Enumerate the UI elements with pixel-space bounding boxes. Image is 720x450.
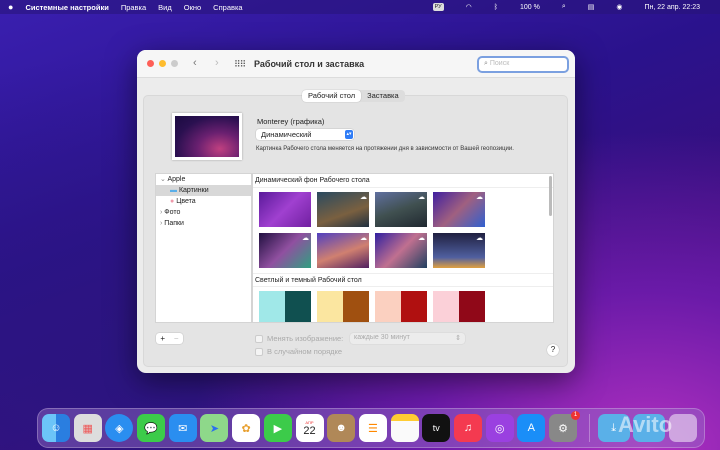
dock: ☺ ▦ ◈ 💬 ✉ ➤ ✿ ▶ АПР 22 ☻ ☰ tv ♫ ◎ A ⚙ 1 ⤓ bbox=[37, 408, 705, 448]
bluetooth-icon[interactable]: ᛒ bbox=[494, 4, 498, 11]
download-cloud-icon: ☁ bbox=[476, 235, 483, 242]
random-order-checkbox[interactable] bbox=[255, 347, 263, 356]
control-center-icon[interactable]: ▤ bbox=[588, 3, 595, 11]
download-cloud-icon: ☁ bbox=[476, 194, 483, 201]
download-cloud-icon: ☁ bbox=[418, 194, 425, 201]
facetime-icon[interactable]: ▶ bbox=[263, 414, 292, 442]
messages-icon[interactable]: 💬 bbox=[137, 414, 166, 442]
add-remove-control: + − bbox=[156, 333, 183, 344]
wallpaper-thumbnail[interactable] bbox=[259, 291, 311, 322]
wallpaper-preview bbox=[172, 113, 242, 160]
safari-icon[interactable]: ◈ bbox=[105, 414, 134, 442]
wallpaper-thumbnail[interactable] bbox=[317, 291, 369, 322]
avito-watermark: Avito bbox=[618, 412, 673, 437]
section-header-dynamic: Динамический фон Рабочего стола bbox=[253, 174, 553, 188]
apple-menu-icon[interactable]: ● bbox=[8, 2, 13, 12]
forward-button[interactable]: › bbox=[215, 57, 219, 69]
random-order-option[interactable]: В случайном порядке bbox=[255, 347, 342, 356]
menu-app-name[interactable]: Системные настройки bbox=[25, 3, 108, 12]
tv-icon[interactable]: tv bbox=[422, 414, 451, 442]
desktop-screensaver-window: ‹ › ⠿⠿ Рабочий стол и заставка ⌕ Поиск Р… bbox=[137, 50, 575, 373]
search-icon[interactable]: ⌕ bbox=[562, 3, 566, 11]
scrollbar[interactable] bbox=[549, 176, 552, 216]
window-title: Рабочий стол и заставка bbox=[254, 59, 365, 69]
folder-icon: ▬ bbox=[170, 187, 179, 194]
podcasts-icon[interactable]: ◎ bbox=[485, 414, 514, 442]
mode-select[interactable]: Динамический ▴▾ bbox=[256, 129, 354, 140]
interval-select[interactable]: каждые 30 минут ⇕ bbox=[350, 333, 465, 344]
change-picture-checkbox[interactable] bbox=[255, 334, 263, 343]
notes-icon[interactable] bbox=[390, 414, 419, 442]
music-icon[interactable]: ♫ bbox=[453, 414, 482, 442]
maps-icon[interactable]: ➤ bbox=[200, 414, 229, 442]
sidebar-item-photos[interactable]: › Фото bbox=[156, 207, 251, 218]
title-bar: ‹ › ⠿⠿ Рабочий стол и заставка ⌕ Поиск bbox=[137, 50, 575, 78]
launchpad-icon[interactable]: ▦ bbox=[73, 414, 102, 442]
wallpaper-thumbnail[interactable] bbox=[433, 291, 485, 322]
description: Картинка Рабочего стола меняется на прот… bbox=[256, 146, 514, 152]
menu-window[interactable]: Окно bbox=[184, 3, 201, 12]
zoom-button[interactable] bbox=[171, 60, 178, 67]
siri-icon[interactable]: ◉ bbox=[616, 3, 622, 11]
minimize-button[interactable] bbox=[159, 60, 166, 67]
wallpaper-thumbnail[interactable]: ☁ bbox=[317, 192, 369, 227]
close-button[interactable] bbox=[147, 60, 154, 67]
download-cloud-icon: ☁ bbox=[418, 235, 425, 242]
chevron-updown-icon: ⇕ bbox=[455, 335, 461, 342]
wallpaper-name: Monterey (графика) bbox=[257, 117, 325, 126]
trash-icon[interactable] bbox=[669, 414, 698, 442]
source-sidebar: ⌄ Apple ▬ Картинки ● Цвета › Фото › Папк… bbox=[155, 173, 252, 323]
wallpaper-thumbnail[interactable]: ☁ bbox=[259, 233, 311, 268]
tab-screensaver[interactable]: Заставка bbox=[361, 90, 405, 102]
wallpaper-thumbnail[interactable]: ☁ bbox=[433, 233, 485, 268]
battery-status[interactable]: 100 % bbox=[520, 4, 540, 11]
add-folder-button[interactable]: + bbox=[156, 333, 170, 344]
sidebar-item-pictures[interactable]: ▬ Картинки bbox=[156, 185, 251, 196]
remove-folder-button[interactable]: − bbox=[170, 333, 184, 344]
sidebar-item-colors[interactable]: ● Цвета bbox=[156, 196, 251, 207]
chevron-updown-icon: ▴▾ bbox=[345, 130, 353, 139]
app-store-icon[interactable]: A bbox=[517, 414, 546, 442]
dock-separator bbox=[588, 414, 590, 442]
wallpaper-thumbnail[interactable] bbox=[259, 192, 311, 227]
wallpaper-thumbnail[interactable]: ☁ bbox=[375, 192, 427, 227]
back-button[interactable]: ‹ bbox=[193, 57, 197, 69]
change-picture-option[interactable]: Менять изображение: bbox=[255, 334, 343, 343]
download-cloud-icon: ☁ bbox=[360, 235, 367, 242]
help-button[interactable]: ? bbox=[547, 344, 559, 356]
section-header-light-dark: Светлый и темный Рабочий стол bbox=[253, 273, 553, 287]
download-cloud-icon: ☁ bbox=[302, 235, 309, 242]
search-input[interactable]: ⌕ Поиск bbox=[477, 56, 569, 73]
sidebar-item-folders[interactable]: › Папки bbox=[156, 218, 251, 229]
tab-bar: Рабочий стол Заставка bbox=[302, 90, 405, 102]
menu-edit[interactable]: Правка bbox=[121, 3, 146, 12]
tab-desktop[interactable]: Рабочий стол bbox=[302, 90, 362, 102]
sidebar-group-apple[interactable]: ⌄ Apple bbox=[156, 174, 251, 185]
content-panel: Monterey (графика) Динамический ▴▾ Картин… bbox=[143, 95, 568, 367]
wifi-icon[interactable]: ◠ bbox=[466, 3, 472, 11]
calendar-icon[interactable]: АПР 22 bbox=[295, 414, 324, 442]
system-preferences-icon[interactable]: ⚙ 1 bbox=[549, 411, 580, 442]
finder-icon[interactable]: ☺ bbox=[42, 414, 70, 442]
wallpaper-thumbnail[interactable]: ☁ bbox=[317, 233, 369, 268]
wallpaper-thumbnail[interactable] bbox=[375, 291, 427, 322]
mail-icon[interactable]: ✉ bbox=[168, 414, 197, 442]
contacts-icon[interactable]: ☻ bbox=[327, 414, 356, 442]
wallpaper-thumbnail[interactable]: ☁ bbox=[433, 192, 485, 227]
wallpaper-thumbnail[interactable]: ☁ bbox=[375, 233, 427, 268]
menu-help[interactable]: Справка bbox=[213, 3, 242, 12]
photos-icon[interactable]: ✿ bbox=[232, 414, 261, 442]
wallpaper-grid: Динамический фон Рабочего стола ☁ ☁ ☁ ☁ … bbox=[252, 173, 554, 323]
show-all-grid-icon[interactable]: ⠿⠿ bbox=[234, 59, 246, 70]
clock[interactable]: Пн, 22 апр. 22:23 bbox=[644, 4, 700, 11]
input-source[interactable]: РУ bbox=[432, 3, 444, 11]
reminders-icon[interactable]: ☰ bbox=[358, 414, 387, 442]
download-cloud-icon: ☁ bbox=[360, 194, 367, 201]
menu-bar: ● Системные настройки Правка Вид Окно Сп… bbox=[0, 0, 720, 14]
notification-badge: 1 bbox=[571, 411, 580, 420]
menu-view[interactable]: Вид bbox=[158, 3, 172, 12]
